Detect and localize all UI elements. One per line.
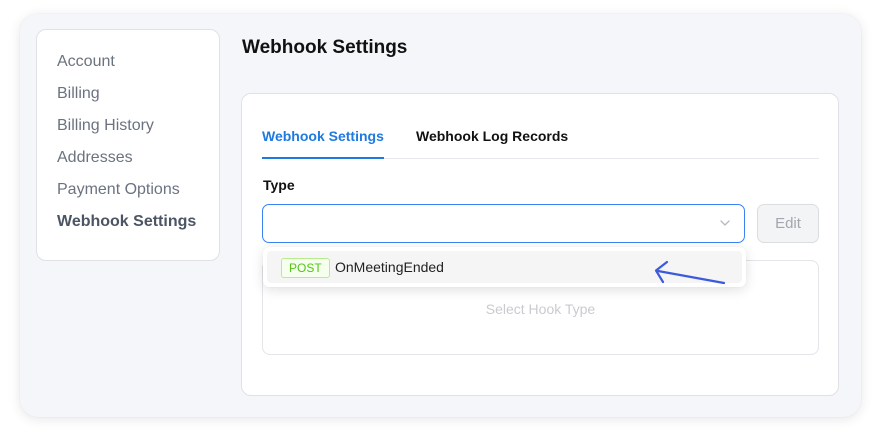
sidebar-item-payment-options[interactable]: Payment Options: [57, 181, 180, 199]
type-select[interactable]: [262, 204, 745, 243]
method-badge: POST: [281, 258, 330, 278]
sidebar: Account Billing Billing History Addresse…: [36, 29, 220, 261]
edit-button[interactable]: Edit: [757, 204, 819, 243]
tab-webhook-settings[interactable]: Webhook Settings: [262, 128, 384, 144]
type-label: Type: [263, 177, 295, 193]
sidebar-item-addresses[interactable]: Addresses: [57, 149, 133, 167]
sidebar-item-billing[interactable]: Billing: [57, 85, 100, 103]
sidebar-item-account[interactable]: Account: [57, 53, 115, 71]
arrow-pointer-icon: [654, 260, 726, 285]
option-label: OnMeetingEnded: [335, 259, 444, 275]
page-title: Webhook Settings: [242, 37, 408, 58]
chevron-down-icon: [720, 220, 730, 226]
tab-webhook-log-records[interactable]: Webhook Log Records: [416, 128, 568, 144]
sidebar-item-webhook-settings[interactable]: Webhook Settings: [57, 213, 196, 231]
empty-state-text: Select Hook Type: [485, 301, 596, 317]
sidebar-item-billing-history[interactable]: Billing History: [57, 117, 154, 135]
active-tab-indicator: [262, 157, 384, 159]
